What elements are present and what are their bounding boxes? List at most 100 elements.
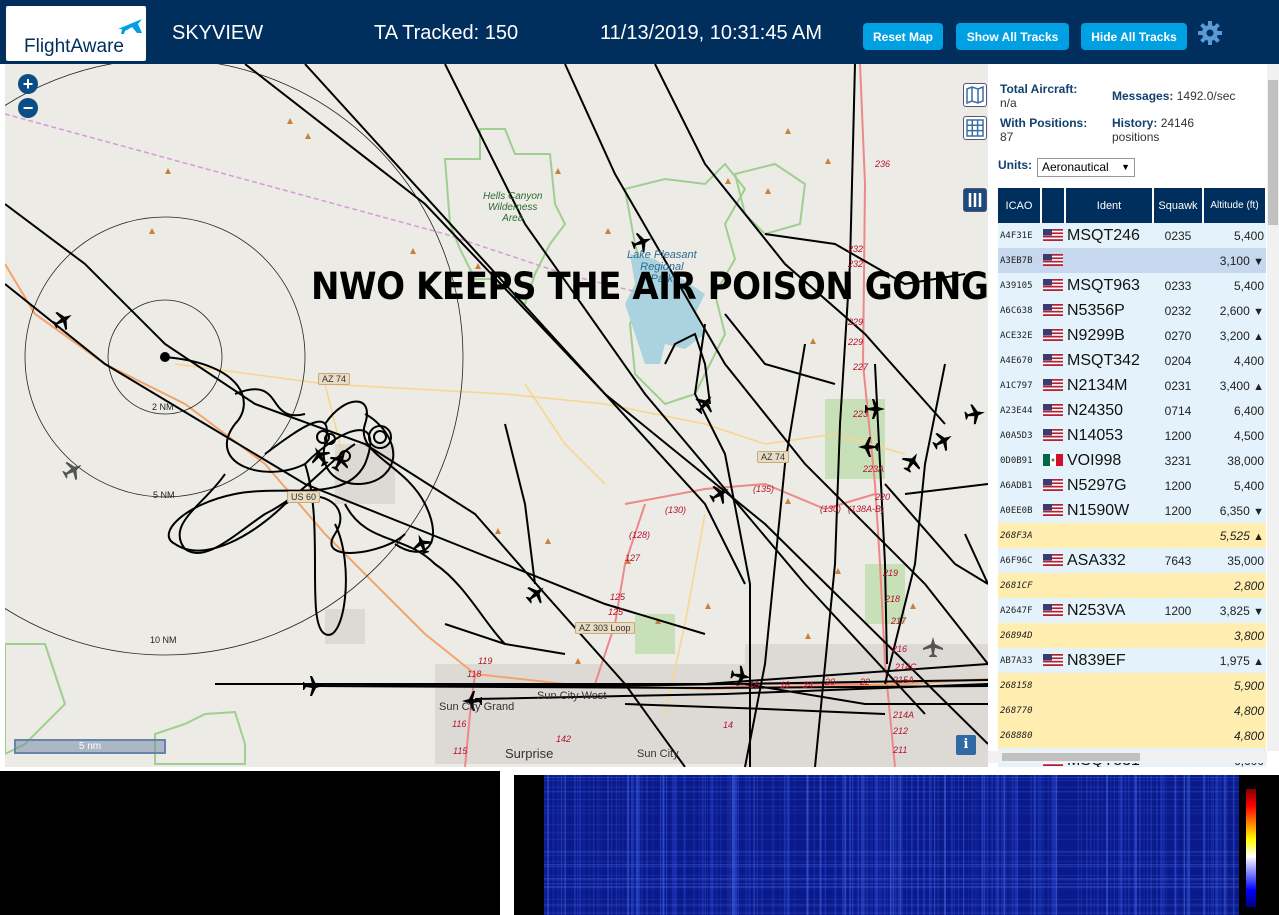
cell-icao: 268880: [998, 723, 1041, 748]
cell-altitude: 5,400: [1203, 273, 1266, 298]
map-scale-bar: 5 nm: [14, 739, 166, 754]
cell-icao: 0D0B91: [998, 448, 1041, 473]
table-row[interactable]: A4F31E MSQT246 0235 5,400: [998, 223, 1266, 248]
table-row[interactable]: 268770 4,800: [998, 698, 1266, 723]
cell-altitude: 5,400: [1203, 223, 1266, 248]
table-row[interactable]: A23E44 N24350 0714 6,400: [998, 398, 1266, 423]
altitude-trend-icon: ▼: [1253, 305, 1264, 318]
with-positions-stat: With Positions: 87: [1000, 116, 1088, 144]
table-row[interactable]: 268880 4,800: [998, 723, 1266, 748]
total-aircraft-stat: Total Aircraft: n/a: [1000, 82, 1078, 110]
table-row[interactable]: A2647F N253VA 1200 3,825 ▼: [998, 598, 1266, 623]
us-flag-icon: [1043, 654, 1063, 667]
highway-shield-az74: AZ 74: [318, 373, 351, 385]
aircraft-layer[interactable]: [5, 64, 988, 767]
altitude-trend-icon: ▲: [1253, 330, 1264, 343]
cell-flag: [1041, 273, 1065, 298]
flightaware-logo[interactable]: FlightAware: [6, 6, 146, 61]
table-row[interactable]: AB7A33 N839EF 1,975 ▲: [998, 648, 1266, 673]
cell-squawk: 1200: [1153, 423, 1203, 448]
cell-squawk: 0714: [1153, 398, 1203, 423]
panel-horizontal-scroll-thumb[interactable]: [1002, 753, 1140, 761]
cell-altitude: 6,400: [1203, 398, 1266, 423]
show-all-tracks-button[interactable]: Show All Tracks: [956, 23, 1069, 50]
col-header-ident[interactable]: Ident: [1065, 188, 1154, 223]
town-label-sun-city: Sun City: [637, 748, 679, 760]
toggle-columns-button[interactable]: [963, 188, 987, 212]
columns-icon: [968, 193, 982, 207]
cell-ident: MSQT963: [1065, 273, 1153, 298]
map-view[interactable]: Hells Canyon Wilderness Area Lake Pleasant…: [5, 64, 988, 767]
cell-altitude: 6,350 ▼: [1203, 498, 1266, 523]
table-row[interactable]: A39105 MSQT963 0233 5,400: [998, 273, 1266, 298]
table-row[interactable]: ACE32E N9299B 0270 3,200 ▲: [998, 323, 1266, 348]
cell-flag: [1041, 673, 1065, 698]
highway-shield-az303: AZ 303 Loop: [575, 622, 635, 634]
col-header-icao[interactable]: ICAO: [998, 188, 1042, 223]
col-header-altitude[interactable]: Altitude (ft): [1203, 188, 1267, 223]
route-marker: 227: [853, 362, 869, 372]
cell-icao: A4E670: [998, 348, 1041, 373]
table-row[interactable]: A4E670 MSQT342 0204 4,400: [998, 348, 1266, 373]
altitude-trend-icon: ▼: [1253, 255, 1264, 268]
cell-icao: AB7A33: [998, 648, 1041, 673]
route-marker: 24: [803, 680, 814, 690]
info-button[interactable]: i: [956, 735, 976, 755]
cell-flag: [1041, 248, 1065, 273]
us-flag-icon: [1043, 554, 1063, 567]
table-row[interactable]: A6F96C ASA332 7643 35,000: [998, 548, 1266, 573]
cell-squawk: 0204: [1153, 348, 1203, 373]
cell-ident: [1065, 523, 1153, 548]
cell-altitude: 5,525 ▲: [1203, 523, 1266, 548]
route-marker: 22: [860, 677, 871, 687]
zoom-out-button[interactable]: −: [18, 98, 38, 118]
cell-ident: N2134M: [1065, 373, 1153, 398]
cell-squawk: [1153, 673, 1203, 698]
cell-ident: [1065, 698, 1153, 723]
table-row[interactable]: 268F3A 5,525 ▲: [998, 523, 1266, 548]
map-layers-button[interactable]: [963, 83, 987, 107]
cell-ident: MSQT342: [1065, 348, 1153, 373]
table-row[interactable]: A1C797 N2134M 0231 3,400 ▲: [998, 373, 1266, 398]
route-marker: 211: [893, 745, 908, 755]
cell-squawk: 0233: [1153, 273, 1203, 298]
cell-flag: [1041, 648, 1065, 673]
table-row[interactable]: 26894D 3,800: [998, 623, 1266, 648]
cell-icao: A1C797: [998, 373, 1041, 398]
table-row[interactable]: A0EE0B N1590W 1200 6,350 ▼: [998, 498, 1266, 523]
cell-altitude: 3,200 ▲: [1203, 323, 1266, 348]
cell-flag: [1041, 348, 1065, 373]
panel-vertical-scroll-thumb[interactable]: [1268, 80, 1278, 225]
grid-icon: [966, 119, 984, 137]
aircraft-panel: Total Aircraft: n/a Messages: 1492.0/sec …: [988, 64, 1279, 767]
route-marker: 223A: [863, 464, 885, 474]
cell-icao: A2647F: [998, 598, 1041, 623]
history-stat: History: 24146 positions: [1112, 116, 1195, 144]
reset-map-button[interactable]: Reset Map: [863, 23, 943, 50]
gear-icon[interactable]: [1197, 20, 1223, 46]
table-row[interactable]: 2681CF 2,800: [998, 573, 1266, 598]
mexico-flag-icon: [1043, 454, 1063, 467]
route-marker: 125: [608, 607, 624, 617]
col-header-squawk[interactable]: Squawk: [1153, 188, 1204, 223]
col-header-flag[interactable]: [1041, 188, 1066, 223]
table-row[interactable]: A6ADB1 N5297G 1200 5,400: [998, 473, 1266, 498]
table-row[interactable]: 0D0B91 VOI998 3231 38,000: [998, 448, 1266, 473]
units-label: Units:: [998, 158, 1032, 172]
range-grid-button[interactable]: [963, 116, 987, 140]
cell-flag: [1041, 373, 1065, 398]
route-marker: 223: [853, 409, 869, 419]
cell-flag: [1041, 448, 1065, 473]
cell-altitude: 3,400 ▲: [1203, 373, 1266, 398]
cell-icao: 268770: [998, 698, 1041, 723]
table-row[interactable]: 268158 5,900: [998, 673, 1266, 698]
route-marker: 218: [885, 594, 901, 604]
zoom-in-button[interactable]: +: [18, 74, 38, 94]
route-marker: 229: [848, 317, 864, 327]
units-select[interactable]: Aeronautical ▼: [1037, 158, 1135, 177]
table-row[interactable]: A3EB7B 3,100 ▼: [998, 248, 1266, 273]
hide-all-tracks-button[interactable]: Hide All Tracks: [1081, 23, 1187, 50]
route-marker: 214C: [895, 662, 917, 672]
table-row[interactable]: A6C638 N5356P 0232 2,600 ▼: [998, 298, 1266, 323]
table-row[interactable]: A0A5D3 N14053 1200 4,500: [998, 423, 1266, 448]
